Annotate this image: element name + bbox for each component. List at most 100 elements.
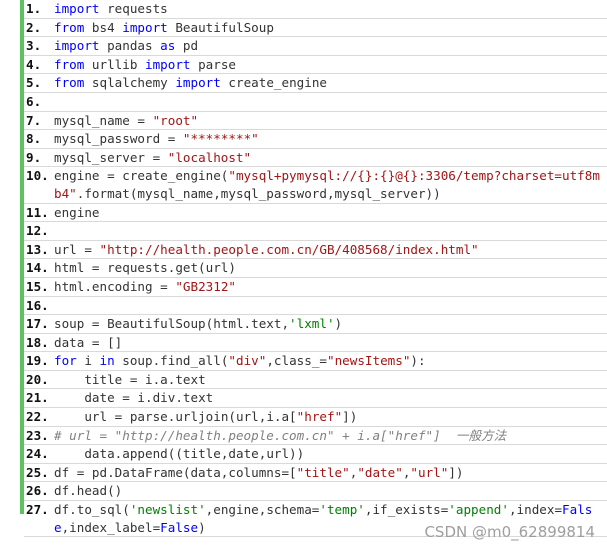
code-token: 'newslist' xyxy=(129,502,206,518)
code-text: df = pd.DataFrame(data,columns=["title",… xyxy=(54,464,607,482)
code-text: engine = create_engine("mysql+pymysql://… xyxy=(54,167,607,202)
code-token: mysql_password = xyxy=(54,131,183,147)
code-token: html = requests.get(url) xyxy=(54,260,236,276)
code-line: 13. url = "http://health.people.com.cn/GB… xyxy=(24,241,607,260)
code-token: "title" xyxy=(296,464,350,480)
code-token: data = [] xyxy=(54,334,123,350)
code-token: create_engine xyxy=(220,75,327,91)
code-token: # url = "http://health.people.com.cn" + … xyxy=(54,427,507,443)
code-line: 21. date = i.div.text xyxy=(24,389,607,409)
code-line: 15. html.encoding = "GB2312" xyxy=(24,278,607,297)
code-line: 23. # url = "http://health.people.com.cn"… xyxy=(24,427,607,446)
code-text: import requests xyxy=(54,0,607,18)
code-token: soup = BeautifulSoup(html.text, xyxy=(54,316,290,332)
code-token: BeautifulSoup xyxy=(167,19,274,35)
code-token: from xyxy=(54,75,85,91)
line-number: 23. xyxy=(26,427,49,443)
line-number: 21. xyxy=(26,390,49,406)
code-token: ,engine,schema= xyxy=(205,502,320,518)
code-line: 25. df = pd.DataFrame(data,columns=["titl… xyxy=(24,464,607,483)
line-number: 11. xyxy=(26,204,49,220)
code-token: parse xyxy=(190,56,237,72)
code-token: engine xyxy=(54,204,100,220)
line-number: 14. xyxy=(26,260,49,276)
code-line: 7. mysql_name = "root" xyxy=(24,112,607,131)
code-token: df.head() xyxy=(54,483,123,499)
code-line: 1. import requests xyxy=(24,0,607,19)
line-number: 27. xyxy=(26,502,49,518)
code-token: ]) xyxy=(448,464,464,480)
code-line: 2. from bs4 import BeautifulSoup xyxy=(24,19,607,38)
line-number: 15. xyxy=(26,278,49,294)
code-token: sqlalchemy xyxy=(84,75,176,91)
code-token: import xyxy=(54,1,100,16)
code-text: from bs4 import BeautifulSoup xyxy=(54,19,607,37)
code-token: for xyxy=(54,353,77,369)
line-number: 24. xyxy=(26,446,49,462)
code-token: "url" xyxy=(410,464,449,480)
code-token: soup.find_all( xyxy=(114,353,229,369)
line-number: 19. xyxy=(26,353,49,369)
code-token: import xyxy=(54,38,100,54)
code-token: df = pd.DataFrame(data,columns=[ xyxy=(54,464,297,480)
code-token: .format(mysql_name,mysql_password,mysql_… xyxy=(76,185,441,201)
code-token: ) xyxy=(334,316,343,332)
code-line: 6. xyxy=(24,93,607,112)
code-token: i xyxy=(76,353,100,369)
code-line: 12. xyxy=(24,222,607,241)
code-token: data.append((title,date,url)) xyxy=(54,446,305,462)
code-token: ): xyxy=(410,353,426,369)
code-line: 20. title = i.a.text xyxy=(24,371,607,390)
code-block: 1. import requests 2. from bs4 import Beaut… xyxy=(20,0,607,538)
code-line: 24. data.append((title,date,url)) xyxy=(24,445,607,464)
code-token: engine = create_engine( xyxy=(54,168,229,184)
code-line: 3. import pandas as pd xyxy=(24,37,607,56)
code-token: 'temp' xyxy=(319,502,365,518)
line-number: 1. xyxy=(26,1,42,16)
code-text: url = "http://health.people.com.cn/GB/40… xyxy=(54,241,607,259)
code-token: from xyxy=(54,56,85,72)
code-text: date = i.div.text xyxy=(54,389,607,407)
code-token: df.to_sql( xyxy=(54,502,130,518)
code-token: "root" xyxy=(152,112,199,128)
line-number: 13. xyxy=(26,241,49,257)
code-line: 18. data = [] xyxy=(24,334,607,353)
line-number: 16. xyxy=(26,297,49,313)
code-token: ,if_exists= xyxy=(364,502,449,518)
line-number: 8. xyxy=(26,131,42,147)
code-token: False xyxy=(160,519,199,535)
code-token: in xyxy=(99,353,115,369)
code-line: 10. engine = create_engine("mysql+pymysql… xyxy=(24,167,607,204)
code-text: data = [] xyxy=(54,334,607,352)
code-token: import xyxy=(175,75,221,91)
code-text: mysql_name = "root" xyxy=(54,112,607,130)
code-token: url = xyxy=(54,241,100,257)
line-number: 26. xyxy=(26,483,49,499)
code-text: df.head() xyxy=(54,482,607,500)
csdn-watermark: CSDN @m0_62899814 xyxy=(424,523,595,541)
line-number: 3. xyxy=(26,38,42,54)
code-text: from sqlalchemy import create_engine xyxy=(54,74,607,92)
code-token: requests xyxy=(99,1,168,16)
code-text: mysql_password = "********" xyxy=(54,130,607,148)
code-text: import pandas as pd xyxy=(54,37,607,55)
line-number: 18. xyxy=(26,334,49,350)
code-text: html.encoding = "GB2312" xyxy=(54,278,607,296)
code-token: mysql_server = xyxy=(54,149,168,165)
line-number: 17. xyxy=(26,316,49,332)
code-line: 5. from sqlalchemy import create_engine xyxy=(24,74,607,93)
code-token: bs4 xyxy=(84,19,123,35)
code-line: 19. for i in soup.find_all("div",class_="… xyxy=(24,352,607,371)
line-number: 4. xyxy=(26,56,42,72)
code-token: title = i.a.text xyxy=(54,371,206,387)
code-text: # url = "http://health.people.com.cn" + … xyxy=(54,427,607,445)
code-token: ,index= xyxy=(508,502,563,518)
code-token: "http://health.people.com.cn/GB/408568/i… xyxy=(99,241,479,257)
code-line: 4. from urllib import parse xyxy=(24,56,607,75)
code-text: from urllib import parse xyxy=(54,56,607,74)
code-token: urllib xyxy=(84,56,146,72)
code-text: mysql_server = "localhost" xyxy=(54,149,607,167)
